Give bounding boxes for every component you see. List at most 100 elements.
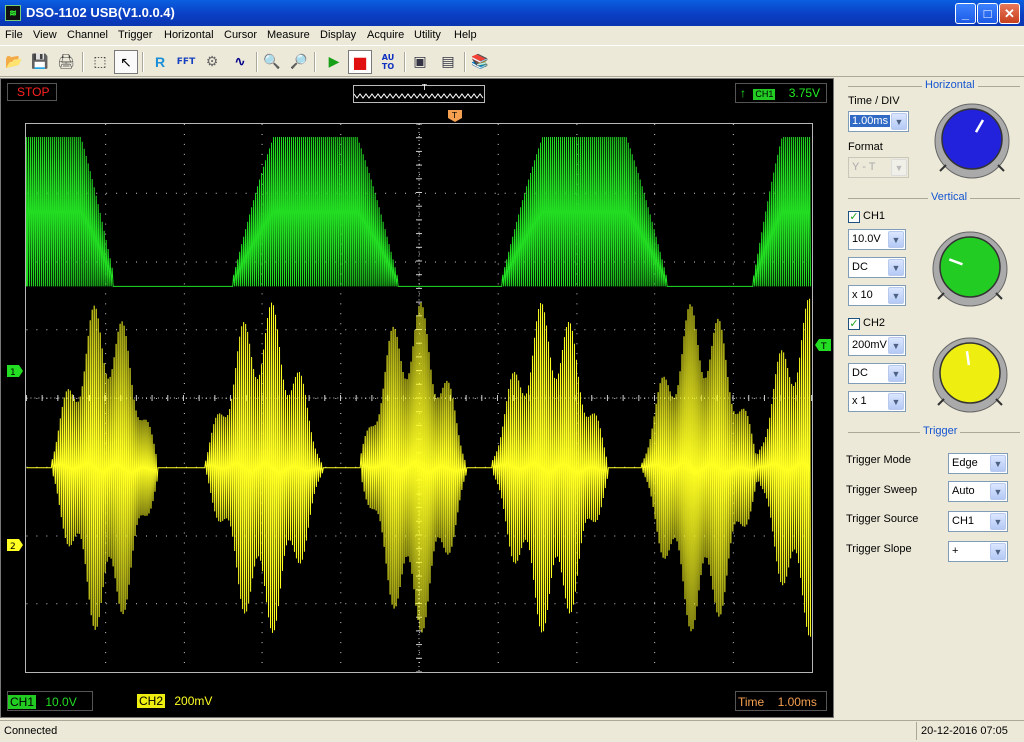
menu-file[interactable]: File (5, 26, 23, 44)
ch1-coupling-value: DC (852, 261, 868, 273)
vertical-group: Vertical ✓ CH1 10.0V ▼ DC ▼ x 10 ▼ ✓ CH2… (848, 191, 1020, 418)
timebase-knob[interactable] (932, 99, 1012, 179)
ch1-offset-marker-label: 1 (10, 368, 16, 378)
ch1-scale-value: 10.0V (45, 695, 77, 709)
trigger-position-view[interactable]: T (353, 83, 485, 103)
zoom-out-icon[interactable]: 🔎 (287, 50, 311, 74)
chevron-down-icon: ▼ (990, 455, 1006, 472)
trigger-sweep-value: Auto (952, 485, 975, 497)
auto-set-icon[interactable]: AU TO (376, 50, 400, 74)
settings-gear-icon[interactable]: ⚙ (200, 50, 224, 74)
select-region-icon[interactable]: ⬚ (88, 50, 112, 74)
chevron-down-icon: ▼ (888, 393, 904, 410)
toolbar-separator (464, 52, 466, 72)
run-state-indicator[interactable]: STOP (7, 83, 57, 101)
time-div-label: Time / DIV (848, 95, 900, 107)
ch1-coupling-select[interactable]: DC ▼ (848, 257, 906, 278)
maximize-button[interactable]: □ (977, 3, 998, 24)
ch2-probe-select[interactable]: x 1 ▼ (848, 391, 906, 412)
ch1-scale-readout: CH1 10.0V (7, 691, 93, 711)
menu-acquire[interactable]: Acquire (367, 26, 404, 44)
toolbar-separator (404, 52, 406, 72)
ch2-coupling-value: DC (852, 367, 868, 379)
ch2-volts-value: 200mV (852, 339, 887, 351)
chevron-down-icon: ▼ (888, 365, 904, 382)
trigger-source-select[interactable]: CH1 ▼ (948, 511, 1008, 532)
scope-top-status: STOP T ↑ CH1 3.75V (1, 79, 833, 107)
trigger-level-marker-label: T (820, 342, 827, 352)
toolbar-separator (314, 52, 316, 72)
trigger-source-label: Trigger Source (846, 513, 919, 525)
trigger-mode-select[interactable]: Edge ▼ (948, 453, 1008, 474)
minimize-button[interactable]: _ (955, 3, 976, 24)
open-folder-icon[interactable]: 📂 (2, 50, 26, 74)
scope-bottom-status: CH1 10.0V CH2 200mV Time 1.00ms (1, 685, 833, 717)
horizontal-group-title: Horizontal (922, 79, 978, 91)
window-title: DSO-1102 USB(V1.0.0.4) (26, 5, 175, 20)
time-label: Time (738, 695, 765, 709)
zoom-in-icon[interactable]: 🔍 (260, 50, 284, 74)
help-book-icon[interactable]: 📚 (468, 50, 492, 74)
save-icon[interactable]: 💾 (28, 50, 52, 74)
menu-cursor[interactable]: Cursor (224, 26, 257, 44)
control-panel: Horizontal Time / DIV 1.00ms ▼ Format Y … (838, 78, 1024, 718)
scope-display: STOP T ↑ CH1 3.75V T 1 2 T CH1 10.0V CH2… (0, 78, 834, 718)
ch1-probe-select[interactable]: x 10 ▼ (848, 285, 906, 306)
menu-view[interactable]: View (33, 26, 57, 44)
ch1-label: CH1 (863, 210, 886, 222)
trigger-slope-value: + (952, 545, 959, 557)
ch2-label: CH2 (863, 317, 886, 329)
ch1-enable-checkbox[interactable]: ✓ (848, 211, 860, 223)
close-button[interactable]: ✕ (999, 3, 1020, 24)
trigger-position-marker-label: T (451, 111, 457, 120)
time-div-select[interactable]: 1.00ms ▼ (848, 111, 909, 132)
toolbar: 📂 💾 🖨 ⬚ ↖ R FFT ⚙ ∿ 🔍 🔎 ▶ ■ AU TO ▣ ▤ 📚 (0, 45, 1024, 77)
toolbar-separator (256, 52, 258, 72)
trigger-source-value: CH1 (952, 515, 975, 527)
trigger-sweep-select[interactable]: Auto ▼ (948, 481, 1008, 502)
chevron-down-icon: ▼ (990, 543, 1006, 560)
trigger-slope-label: Trigger Slope (846, 543, 912, 555)
title-bar[interactable]: ≋ DSO-1102 USB(V1.0.0.4) _ □ ✕ (0, 0, 1024, 26)
ch2-coupling-select[interactable]: DC ▼ (848, 363, 906, 384)
ch2-volts-knob[interactable] (930, 333, 1010, 413)
menu-channel[interactable]: Channel (67, 26, 108, 44)
trigger-info: ↑ CH1 3.75V (735, 83, 827, 103)
chevron-down-icon: ▼ (891, 113, 907, 130)
time-value: 1.00ms (777, 695, 817, 709)
fft-icon[interactable]: FFT (174, 50, 198, 74)
ch1-volts-value: 10.0V (852, 233, 881, 245)
stop-icon[interactable]: ■ (348, 50, 372, 74)
menu-measure[interactable]: Measure (267, 26, 310, 44)
waveform-icon[interactable]: ∿ (228, 50, 252, 74)
format-select[interactable]: Y - T ▼ (848, 157, 909, 178)
ch2-volts-select[interactable]: 200mV ▼ (848, 335, 906, 356)
window-layout-icon[interactable]: ▤ (436, 50, 460, 74)
menu-horizontal[interactable]: Horizontal (164, 26, 214, 44)
print-icon[interactable]: 🖨 (54, 50, 78, 74)
screen-capture-icon[interactable]: ▣ (408, 50, 432, 74)
trigger-sweep-label: Trigger Sweep (846, 484, 918, 496)
pointer-icon[interactable]: ↖ (114, 50, 138, 74)
trigger-slope-select[interactable]: + ▼ (948, 541, 1008, 562)
run-icon[interactable]: ▶ (322, 50, 346, 74)
ch2-offset-marker-label: 2 (10, 542, 16, 552)
menu-utility[interactable]: Utility (414, 26, 441, 44)
connection-status: Connected (4, 725, 58, 737)
menu-display[interactable]: Display (320, 26, 356, 44)
app-logo-icon: ≋ (5, 5, 21, 21)
ch1-probe-value: x 10 (852, 289, 873, 301)
menu-trigger[interactable]: Trigger (118, 26, 152, 44)
chevron-down-icon: ▼ (888, 259, 904, 276)
ch1-scale-label: CH1 (8, 695, 37, 709)
ch1-volts-select[interactable]: 10.0V ▼ (848, 229, 906, 250)
reference-icon[interactable]: R (148, 50, 172, 74)
waveform-plot[interactable] (25, 123, 813, 673)
ch2-enable-checkbox[interactable]: ✓ (848, 318, 860, 330)
chevron-down-icon: ▼ (990, 513, 1006, 530)
menu-help[interactable]: Help (454, 26, 477, 44)
chevron-down-icon: ▼ (888, 337, 904, 354)
chevron-down-icon: ▼ (888, 231, 904, 248)
ch1-volts-knob[interactable] (930, 227, 1010, 307)
chevron-down-icon: ▼ (888, 287, 904, 304)
